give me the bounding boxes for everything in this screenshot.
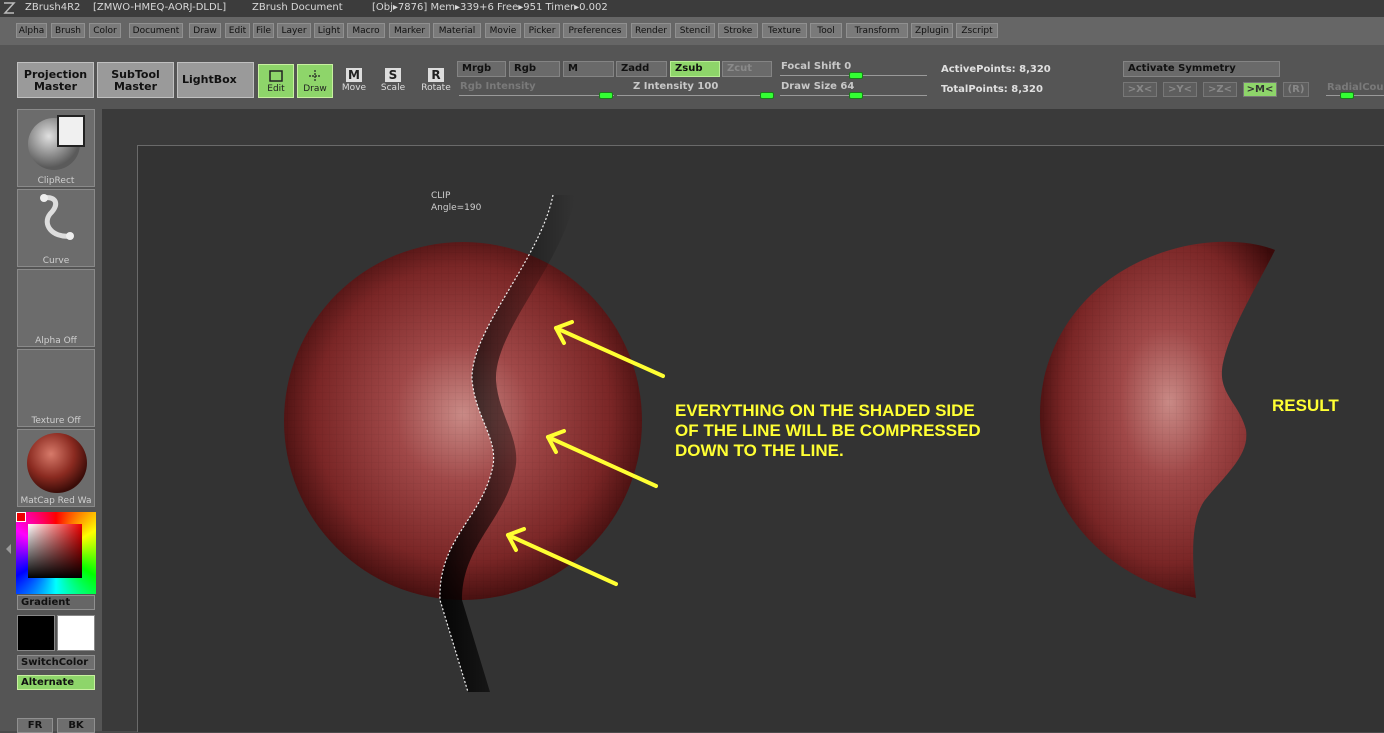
clip-angle: Angle=190 [431,203,482,213]
clip-label: CLIP [431,191,451,201]
canvas-scene [284,194,1275,693]
clip-info: CLIP Angle=190 [431,190,481,214]
sphere-result [1039,241,1275,598]
result-label: RESULT [1272,396,1339,415]
annotation-text: EVERYTHING ON THE SHADED SIDE OF THE LIN… [675,401,981,460]
